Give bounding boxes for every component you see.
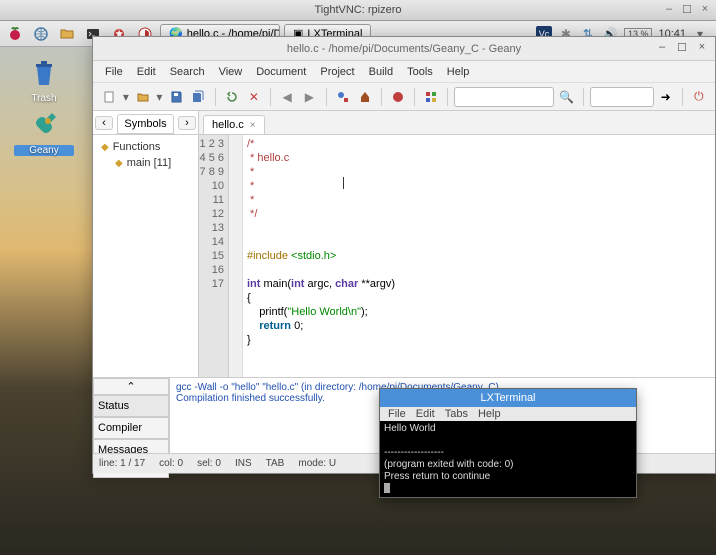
geany-sidebar: ‹ Symbols › ◆ Functions ◆ main [11] [93, 111, 199, 377]
functions-label: Functions [113, 141, 161, 153]
save-all-icon[interactable] [188, 86, 208, 108]
line-number-gutter[interactable]: 1 2 3 4 5 6 7 8 9 10 11 12 13 14 15 16 1… [199, 135, 229, 377]
terminal-body[interactable]: Hello World ------------------ (program … [380, 421, 636, 497]
fold-margin[interactable] [229, 135, 243, 377]
lxterm-menubar: File Edit Tabs Help [380, 407, 636, 421]
minimize-icon[interactable]: – [655, 41, 669, 54]
tab-label: hello.c [212, 119, 244, 131]
quit-icon[interactable]: ⏻ [689, 86, 709, 108]
bp-up-icon[interactable]: ⌃ [93, 378, 169, 395]
menu-search[interactable]: Search [164, 64, 211, 80]
main-label: main [11] [127, 157, 171, 169]
vnc-title: TightVNC: rpizero [314, 4, 401, 16]
close-file-icon[interactable]: ✕ [244, 86, 264, 108]
menu-build[interactable]: Build [363, 64, 399, 80]
status-sel: sel: 0 [197, 458, 221, 469]
menu-document[interactable]: Document [250, 64, 312, 80]
new-file-icon[interactable] [99, 86, 119, 108]
geany-desktop-icon[interactable]: Geany [14, 107, 74, 156]
search-input[interactable] [454, 87, 554, 107]
maximize-icon[interactable]: ☐ [675, 41, 689, 54]
menu-file[interactable]: File [99, 64, 129, 80]
new-dropdown-icon[interactable]: ▾ [121, 86, 130, 108]
geany-title-text: hello.c - /home/pi/Documents/Geany_C - G… [287, 43, 521, 55]
raspberry-menu-icon[interactable] [4, 24, 26, 44]
sidebar-prev-icon[interactable]: ‹ [95, 116, 113, 130]
open-file-icon[interactable] [133, 86, 153, 108]
trash-icon[interactable]: Trash [14, 55, 74, 104]
geany-window-controls: – ☐ × [655, 41, 709, 54]
vnc-maximize-icon[interactable]: ☐ [680, 2, 694, 16]
code-area[interactable]: /* * hello.c * * * */ #include <stdio.h>… [243, 135, 715, 377]
menu-tools[interactable]: Tools [401, 64, 439, 80]
menu-view[interactable]: View [213, 64, 249, 80]
menu-project[interactable]: Project [314, 64, 360, 80]
lx-menu-file[interactable]: File [384, 408, 410, 420]
geany-titlebar[interactable]: hello.c - /home/pi/Documents/Geany_C - G… [93, 37, 715, 61]
status-mode: mode: U [298, 458, 336, 469]
function-icon: ◆ [115, 158, 123, 169]
build-icon[interactable] [355, 86, 375, 108]
geany-label: Geany [14, 145, 74, 156]
goto-icon[interactable]: ➜ [656, 86, 676, 108]
lxterm-titlebar[interactable]: LXTerminal [380, 389, 636, 407]
status-tab: TAB [266, 458, 285, 469]
search-icon[interactable]: 🔍 [556, 86, 576, 108]
status-line: line: 1 / 17 [99, 458, 145, 469]
status-ins: INS [235, 458, 252, 469]
sidebar-next-icon[interactable]: › [178, 116, 196, 130]
lxterminal-window: LXTerminal File Edit Tabs Help Hello Wor… [379, 388, 637, 498]
bp-tab-status[interactable]: Status [93, 395, 169, 417]
editor-tabs: hello.c × [199, 111, 715, 135]
nav-back-icon[interactable]: ◀ [277, 86, 297, 108]
trash-label: Trash [14, 93, 74, 104]
vnc-window-controls: – ☐ × [662, 2, 712, 16]
revert-icon[interactable] [221, 86, 241, 108]
vnc-close-icon[interactable]: × [698, 2, 712, 16]
tree-node-functions[interactable]: ◆ Functions [97, 139, 194, 155]
web-browser-icon[interactable] [30, 24, 52, 44]
lx-menu-edit[interactable]: Edit [412, 408, 439, 420]
geany-menubar: File Edit Search View Document Project B… [93, 61, 715, 83]
terminal-cursor-icon [384, 483, 390, 493]
compile-icon[interactable] [332, 86, 352, 108]
folder-icon: ◆ [101, 142, 109, 153]
sidebar-tab-symbols[interactable]: Symbols [117, 114, 174, 134]
vnc-titlebar: TightVNC: rpizero – ☐ × [0, 0, 716, 21]
close-icon[interactable]: × [695, 41, 709, 54]
lx-menu-help[interactable]: Help [474, 408, 505, 420]
run-icon[interactable] [388, 86, 408, 108]
file-manager-icon[interactable] [56, 24, 78, 44]
tree-node-main[interactable]: ◆ main [11] [97, 155, 194, 171]
code-editor[interactable]: 1 2 3 4 5 6 7 8 9 10 11 12 13 14 15 16 1… [199, 135, 715, 377]
open-dropdown-icon[interactable]: ▾ [155, 86, 164, 108]
menu-edit[interactable]: Edit [131, 64, 162, 80]
bp-tab-compiler[interactable]: Compiler [93, 417, 169, 439]
symbols-tree: ◆ Functions ◆ main [11] [93, 135, 198, 377]
goto-line-input[interactable] [590, 87, 654, 107]
color-picker-icon[interactable] [421, 86, 441, 108]
nav-forward-icon[interactable]: ▶ [299, 86, 319, 108]
geany-toolbar: ▾ ▾ ✕ ◀ ▶ 🔍 ➜ ⏻ [93, 83, 715, 111]
terminal-output: Hello World ------------------ (program … [384, 423, 514, 482]
save-icon[interactable] [166, 86, 186, 108]
status-col: col: 0 [159, 458, 183, 469]
vnc-minimize-icon[interactable]: – [662, 2, 676, 16]
menu-help[interactable]: Help [441, 64, 476, 80]
lx-menu-tabs[interactable]: Tabs [441, 408, 472, 420]
tab-close-icon[interactable]: × [250, 120, 256, 131]
editor-tab-hello[interactable]: hello.c × [203, 115, 265, 134]
